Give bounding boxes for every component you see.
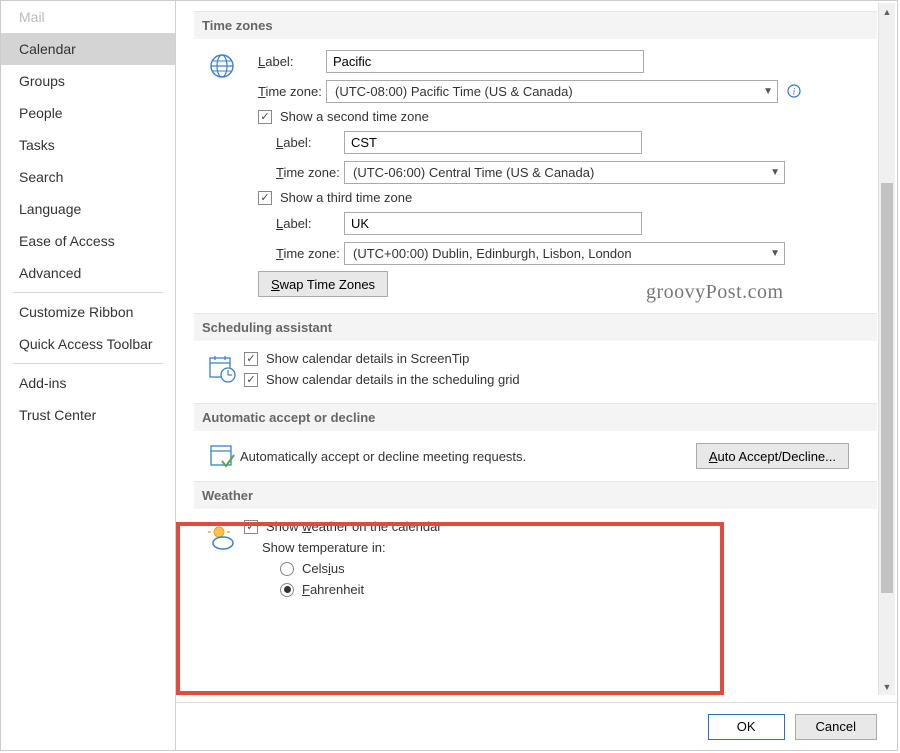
sidebar-separator bbox=[13, 363, 163, 364]
sidebar-item-search[interactable]: Search bbox=[1, 161, 175, 193]
auto-accept-text: Automatically accept or decline meeting … bbox=[240, 449, 526, 464]
screentip-details-checkbox[interactable] bbox=[244, 352, 258, 366]
label-label-2: Label: bbox=[240, 135, 344, 150]
auto-accept-decline-button[interactable]: Auto Accept/Decline... bbox=[696, 443, 849, 469]
calendar-check-icon bbox=[204, 441, 240, 471]
options-dialog: Mail Calendar Groups People Tasks Search… bbox=[0, 0, 898, 751]
timezone-label-2: Time zone: bbox=[240, 165, 344, 180]
globe-icon bbox=[204, 51, 240, 81]
show-third-timezone-checkbox[interactable] bbox=[258, 191, 272, 205]
section-title-scheduling: Scheduling assistant bbox=[194, 313, 877, 341]
label-label-3: Label: bbox=[240, 216, 344, 231]
scheduling-grid-details-label: Show calendar details in the scheduling … bbox=[266, 372, 520, 387]
sidebar-item-trust-center[interactable]: Trust Center bbox=[1, 399, 175, 431]
ok-button[interactable]: OK bbox=[708, 714, 785, 740]
fahrenheit-label: Fahrenheit bbox=[302, 582, 364, 597]
timezone-label-1-input[interactable] bbox=[326, 50, 644, 73]
timezone-2-value: (UTC-06:00) Central Time (US & Canada) bbox=[353, 165, 594, 180]
timezone-label-3: Time zone: bbox=[240, 246, 344, 261]
temp-units-label: Show temperature in: bbox=[262, 540, 877, 555]
scroll-down-icon[interactable]: ▼ bbox=[879, 678, 895, 695]
section-scheduling: Show calendar details in ScreenTip Show … bbox=[194, 351, 877, 393]
svg-text:i: i bbox=[793, 87, 796, 97]
show-second-timezone-checkbox[interactable] bbox=[258, 110, 272, 124]
scroll-up-icon[interactable]: ▲ bbox=[879, 3, 895, 20]
timezone-3-dropdown[interactable]: (UTC+00:00) Dublin, Edinburgh, Lisbon, L… bbox=[344, 242, 785, 265]
sidebar-item-tasks[interactable]: Tasks bbox=[1, 129, 175, 161]
label-label-1: Label: bbox=[240, 54, 326, 69]
cancel-button[interactable]: Cancel bbox=[795, 714, 877, 740]
sidebar-item-language[interactable]: Language bbox=[1, 193, 175, 225]
dialog-body: Mail Calendar Groups People Tasks Search… bbox=[1, 1, 897, 750]
sidebar-item-groups[interactable]: Groups bbox=[1, 65, 175, 97]
chevron-down-icon: ▼ bbox=[770, 167, 780, 178]
celsius-radio[interactable] bbox=[280, 562, 294, 576]
info-icon[interactable]: i bbox=[786, 83, 802, 99]
show-third-timezone-label: Show a third time zone bbox=[280, 190, 412, 205]
weather-icon bbox=[204, 521, 240, 555]
dialog-button-bar: OK Cancel bbox=[176, 702, 897, 750]
vertical-scrollbar[interactable]: ▲ ▼ bbox=[878, 3, 895, 695]
fahrenheit-radio[interactable] bbox=[280, 583, 294, 597]
scrollbar-thumb[interactable] bbox=[881, 183, 893, 593]
swap-time-zones-button[interactable]: Swap Time Zones bbox=[258, 271, 388, 297]
sidebar-item-calendar[interactable]: Calendar bbox=[1, 33, 175, 65]
sidebar-separator bbox=[13, 292, 163, 293]
show-weather-checkbox[interactable] bbox=[244, 520, 258, 534]
sidebar-item-ease-of-access[interactable]: Ease of Access bbox=[1, 225, 175, 257]
sidebar-item-people[interactable]: People bbox=[1, 97, 175, 129]
timezone-label-3-input[interactable] bbox=[344, 212, 642, 235]
show-weather-label: Show weather on the calendar bbox=[266, 519, 442, 534]
screentip-details-label: Show calendar details in ScreenTip bbox=[266, 351, 469, 366]
content-scroll: Time zones Label: bbox=[176, 1, 897, 702]
timezone-1-dropdown[interactable]: (UTC-08:00) Pacific Time (US & Canada) ▼ bbox=[326, 80, 778, 103]
show-second-timezone-label: Show a second time zone bbox=[280, 109, 429, 124]
section-weather: Show weather on the calendar Show temper… bbox=[194, 519, 877, 603]
section-time-zones: Label: Time zone: (UTC-08:00) Pacific Ti… bbox=[194, 49, 877, 303]
sidebar-item-quick-access-toolbar[interactable]: Quick Access Toolbar bbox=[1, 328, 175, 360]
timezone-1-value: (UTC-08:00) Pacific Time (US & Canada) bbox=[335, 84, 573, 99]
scheduling-grid-details-checkbox[interactable] bbox=[244, 373, 258, 387]
sidebar-item-add-ins[interactable]: Add-ins bbox=[1, 367, 175, 399]
sidebar-item-mail[interactable]: Mail bbox=[1, 1, 175, 33]
timezone-label-2-input[interactable] bbox=[344, 131, 642, 154]
section-auto-accept: Automatically accept or decline meeting … bbox=[194, 441, 877, 471]
chevron-down-icon: ▼ bbox=[763, 86, 773, 97]
category-sidebar: Mail Calendar Groups People Tasks Search… bbox=[1, 1, 176, 750]
sidebar-item-advanced[interactable]: Advanced bbox=[1, 257, 175, 289]
sidebar-item-customize-ribbon[interactable]: Customize Ribbon bbox=[1, 296, 175, 328]
timezone-3-value: (UTC+00:00) Dublin, Edinburgh, Lisbon, L… bbox=[353, 246, 632, 261]
calendar-clock-icon bbox=[204, 353, 240, 385]
section-title-time-zones: Time zones bbox=[194, 11, 877, 39]
celsius-label: Celsius bbox=[302, 561, 345, 576]
chevron-down-icon: ▼ bbox=[770, 248, 780, 259]
content-panel: Time zones Label: bbox=[176, 1, 897, 750]
timezone-2-dropdown[interactable]: (UTC-06:00) Central Time (US & Canada) ▼ bbox=[344, 161, 785, 184]
timezone-label-1: Time zone: bbox=[240, 84, 326, 99]
section-title-weather: Weather bbox=[194, 481, 877, 509]
section-title-auto-accept: Automatic accept or decline bbox=[194, 403, 877, 431]
